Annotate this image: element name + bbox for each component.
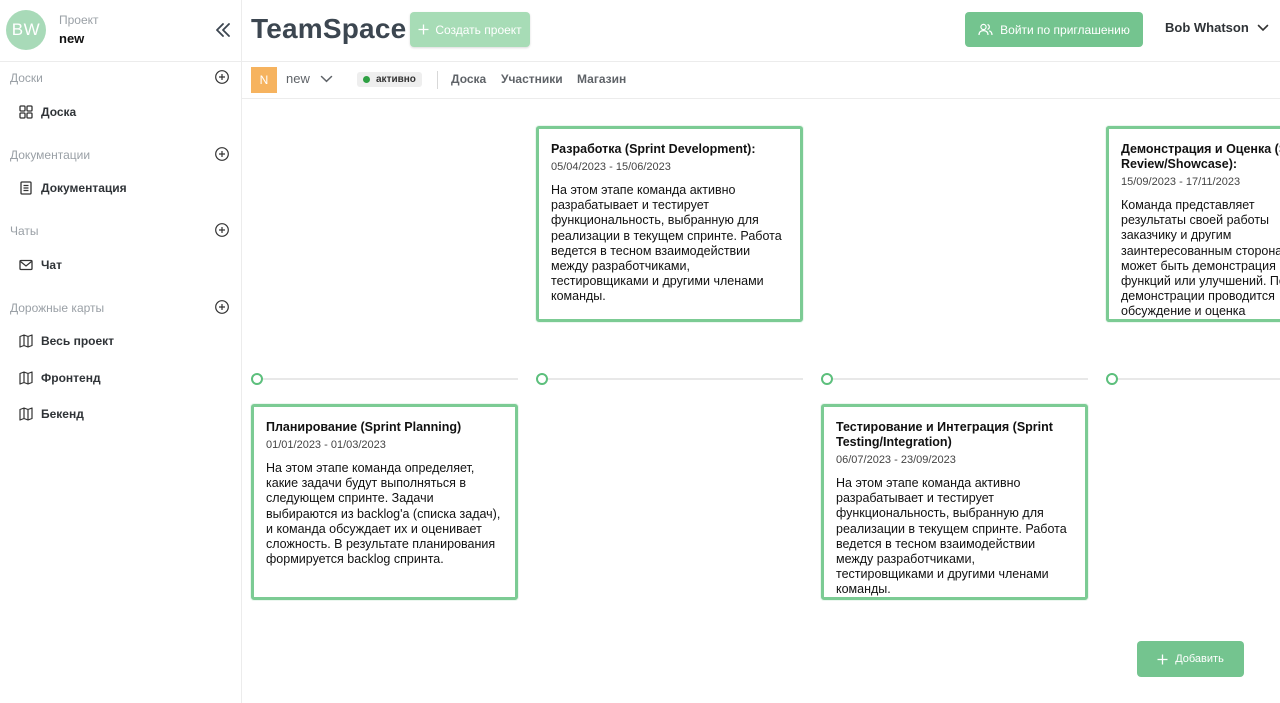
roadmap-card[interactable]: Планирование (Sprint Planning) 01/01/202… (251, 404, 518, 600)
status-badge: активно (357, 72, 422, 87)
map-icon (19, 334, 33, 348)
card-dates: 15/09/2023 - 17/11/2023 (1121, 176, 1241, 188)
tab-board[interactable]: Доска (451, 72, 486, 86)
plus-icon (1157, 654, 1168, 664)
timeline-node[interactable] (536, 373, 548, 385)
timeline-segment (263, 378, 518, 380)
card-title: Демонстрация и Оценка (Sprint Review/Sho… (1121, 142, 1280, 171)
card-title: Планирование (Sprint Planning) (266, 420, 462, 434)
project-subbar: N new активно Доска Участники Магазин (242, 62, 1280, 99)
card-description: На этом этапе команда определяет, какие … (266, 461, 501, 567)
join-by-invite-label: Войти по приглашению (1000, 22, 1130, 37)
project-name: new (59, 31, 85, 46)
double-chevron-left-icon (216, 23, 230, 37)
users-icon (978, 23, 993, 36)
sidebar-item-chat[interactable]: Чат (0, 250, 241, 280)
timeline (0, 372, 1280, 386)
document-icon (19, 181, 33, 195)
sidebar-item-label: Доска (41, 105, 77, 119)
chevron-down-icon (320, 75, 333, 82)
create-project-button[interactable]: Создать проект (410, 12, 530, 47)
add-chat-icon[interactable] (214, 222, 230, 238)
roadmap-card[interactable]: Разработка (Sprint Development): 05/04/2… (536, 126, 803, 322)
top-bar: TeamSpace Создать проект Войти по пригла… (242, 0, 1280, 62)
timeline-node[interactable] (821, 373, 833, 385)
project-selector-label: new (286, 71, 310, 86)
status-label: активно (376, 74, 416, 85)
roadmap-card[interactable]: Демонстрация и Оценка (Sprint Review/Sho… (1106, 126, 1280, 322)
tab-store[interactable]: Магазин (577, 72, 626, 86)
card-dates: 01/01/2023 - 01/03/2023 (266, 439, 386, 451)
project-selector[interactable]: new (286, 71, 333, 86)
card-description: Команда представляет результаты своей ра… (1121, 198, 1280, 319)
add-doc-icon[interactable] (214, 146, 230, 162)
create-project-label: Создать проект (435, 22, 522, 37)
timeline-segment (833, 378, 1088, 380)
section-title-chats: Чаты (10, 224, 39, 238)
sidebar-item-backend[interactable]: Бекенд (0, 399, 241, 429)
avatar[interactable]: BW (6, 10, 46, 50)
timeline-segment (548, 378, 803, 380)
tab-members[interactable]: Участники (501, 72, 563, 86)
add-board-icon[interactable] (214, 69, 230, 85)
card-dates: 05/04/2023 - 15/06/2023 (551, 161, 671, 173)
status-dot (363, 76, 370, 83)
sidebar-item-label: Весь проект (41, 334, 115, 348)
user-menu[interactable]: Bob Whatson (1165, 20, 1269, 35)
sidebar: BW Проект new Доски Доска Документации Д… (0, 0, 242, 703)
plus-icon (418, 24, 429, 35)
card-dates: 06/07/2023 - 23/09/2023 (836, 454, 956, 466)
card-description: На этом этапе команда активно разрабатыв… (836, 476, 1067, 597)
sidebar-item-label: Документация (41, 181, 127, 195)
timeline-segment (1118, 378, 1280, 380)
divider (437, 71, 438, 89)
user-name: Bob Whatson (1165, 20, 1249, 35)
add-stage-button[interactable]: Добавить (1137, 641, 1244, 677)
timeline-node[interactable] (1106, 373, 1118, 385)
sidebar-item-label: Бекенд (41, 407, 84, 421)
timeline-node[interactable] (251, 373, 263, 385)
chevron-down-icon (1257, 24, 1269, 31)
section-title-docs: Документации (10, 148, 91, 162)
grid-icon (19, 105, 33, 119)
mail-icon (19, 258, 33, 272)
sidebar-header: BW Проект new (0, 0, 241, 62)
card-description: На этом этапе команда активно разрабатыв… (551, 183, 782, 304)
add-stage-label: Добавить (1175, 653, 1224, 665)
map-icon (19, 407, 33, 421)
project-badge: N (251, 67, 277, 93)
card-title: Тестирование и Интеграция (Sprint Testin… (836, 420, 1053, 449)
card-title: Разработка (Sprint Development): (551, 142, 756, 156)
sidebar-item-board[interactable]: Доска (0, 97, 241, 127)
sidebar-item-label: Чат (41, 258, 62, 272)
section-title-roadmaps: Дорожные карты (10, 301, 105, 315)
project-label: Проект (59, 13, 99, 27)
sidebar-item-documentation[interactable]: Документация (0, 173, 241, 203)
add-roadmap-icon[interactable] (214, 299, 230, 315)
app-title: TeamSpace (251, 13, 407, 44)
collapse-sidebar-button[interactable] (212, 19, 234, 41)
section-title-boards: Доски (10, 71, 43, 85)
sidebar-item-whole-project[interactable]: Весь проект (0, 326, 241, 356)
join-by-invite-button[interactable]: Войти по приглашению (965, 12, 1143, 47)
roadmap-card[interactable]: Тестирование и Интеграция (Sprint Testin… (821, 404, 1088, 600)
